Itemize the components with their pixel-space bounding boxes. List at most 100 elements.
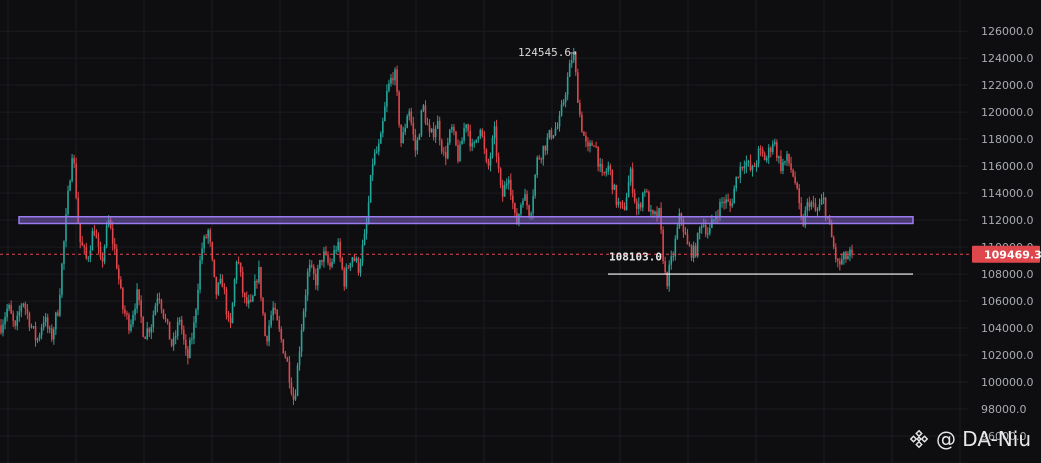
candle-body: [440, 140, 443, 152]
candle-body: [514, 202, 516, 213]
candle-body: [780, 156, 782, 172]
candle-body: [483, 136, 486, 150]
candle-body: [731, 203, 733, 206]
candle-body: [371, 164, 374, 176]
candle-body: [2, 324, 4, 333]
candle-body: [507, 179, 510, 184]
candle-body: [268, 325, 270, 342]
candle-body: [83, 245, 86, 248]
candle-body: [256, 280, 258, 283]
candle-body: [209, 230, 211, 243]
candle-body: [597, 146, 599, 167]
price-chart[interactable]: 124545.6 →108103.0 96000.098000.0100000.0…: [0, 0, 1041, 463]
candle-body: [382, 121, 384, 134]
candle-body: [806, 202, 809, 211]
candle-body: [719, 202, 721, 218]
candle-body: [380, 133, 382, 144]
candle-body: [229, 317, 232, 324]
candle-body: [727, 199, 729, 202]
candle-body: [180, 319, 183, 330]
candle-body: [306, 271, 309, 296]
candle-body: [670, 256, 673, 265]
candle-body: [245, 297, 248, 304]
candle-body: [444, 152, 447, 159]
candle-body: [26, 308, 29, 314]
candle-body: [436, 120, 439, 129]
candle-body: [113, 243, 116, 249]
candle-body: [830, 223, 833, 238]
candle-body: [729, 201, 731, 206]
candle-body: [662, 229, 664, 262]
candle-body: [442, 151, 445, 153]
candle-body: [57, 312, 59, 316]
candle-body: [471, 143, 473, 147]
candle-body: [345, 267, 348, 287]
candle-body: [585, 135, 587, 142]
candle-body: [191, 338, 193, 340]
candle-body: [453, 126, 455, 132]
candle-body: [300, 329, 303, 352]
candle-body: [239, 262, 242, 273]
candle-body: [312, 266, 315, 275]
candle-body: [20, 305, 23, 312]
candle-body: [654, 211, 656, 215]
candle-body: [704, 225, 707, 235]
candle-body: [120, 279, 122, 289]
candle-body: [274, 307, 276, 311]
candle-body: [416, 139, 419, 151]
candle-body: [558, 115, 561, 127]
candle-body: [8, 305, 10, 309]
candle-body: [481, 129, 484, 137]
candle-body: [195, 309, 197, 323]
y-tick-label: 122000.0: [981, 79, 1034, 92]
candle-body: [398, 91, 400, 125]
candle-body: [396, 69, 398, 92]
candle-body: [432, 128, 435, 138]
candle-body: [820, 199, 823, 205]
candle-body: [816, 209, 819, 211]
candle-body: [449, 129, 451, 143]
candle-body: [46, 317, 49, 329]
candle-body: [203, 236, 205, 249]
candle-body: [272, 307, 274, 316]
candle-body: [794, 176, 796, 183]
candle-body: [67, 190, 69, 214]
candle-body: [390, 77, 392, 84]
candle-body: [771, 144, 774, 152]
candle-body: [237, 261, 240, 263]
candle-body: [639, 203, 642, 208]
candle-body: [166, 319, 169, 322]
candle-body: [377, 143, 380, 152]
y-tick-label: 98000.0: [981, 403, 1027, 416]
candle-body: [24, 303, 27, 309]
candle-body: [223, 287, 226, 290]
candle-body: [774, 142, 776, 145]
candle-body: [623, 206, 626, 210]
candle-body: [485, 149, 488, 162]
candle-body: [845, 252, 847, 260]
candle-body: [648, 191, 650, 212]
candle-body: [48, 328, 51, 330]
candle-body: [568, 63, 571, 77]
candle-body: [138, 289, 140, 301]
y-tick-label: 106000.0: [981, 295, 1034, 308]
candle-body: [589, 142, 591, 147]
candle-body: [455, 131, 457, 146]
candle-body: [609, 165, 612, 170]
candle-body: [414, 134, 417, 151]
candle-body: [824, 197, 827, 218]
candle-body: [266, 335, 268, 342]
candle-body: [633, 193, 636, 202]
candle-body: [105, 225, 108, 246]
candle-body: [735, 176, 738, 189]
y-tick-label: 124000.0: [981, 52, 1034, 65]
candle-body: [786, 153, 788, 161]
y-tick-label: 112000.0: [981, 214, 1034, 227]
candle-body: [617, 201, 620, 205]
candle-body: [548, 130, 551, 138]
candle-body: [365, 222, 368, 234]
y-tick-label: 100000.0: [981, 376, 1034, 389]
candle-body: [725, 199, 727, 204]
candle-body: [808, 202, 811, 207]
candle-body: [36, 338, 39, 341]
